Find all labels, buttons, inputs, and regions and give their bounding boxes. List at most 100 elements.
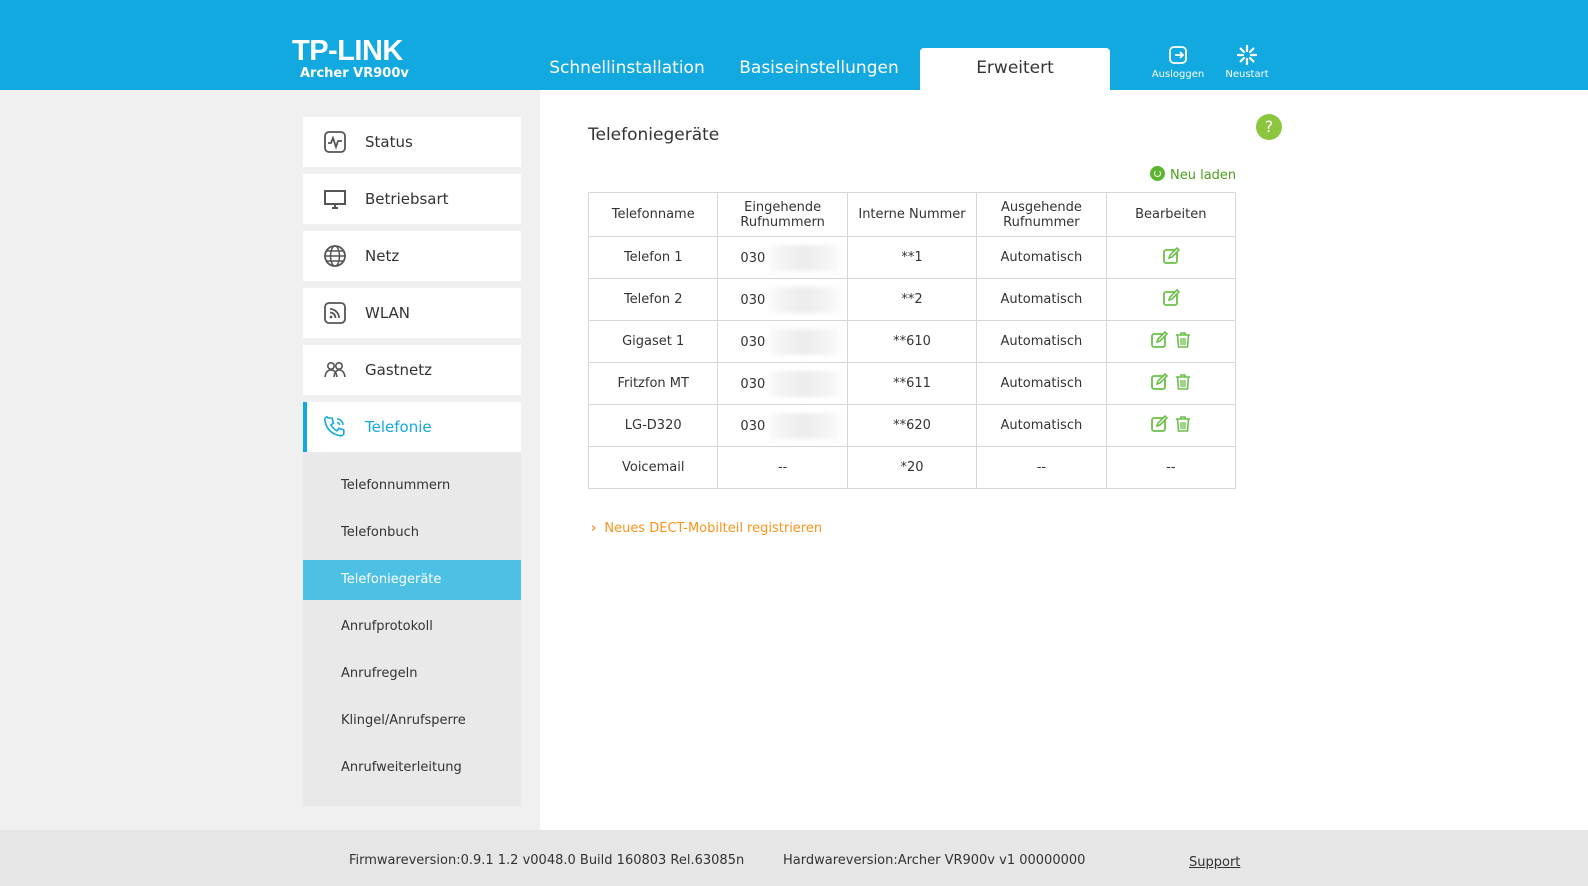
cell-outgoing: Automatisch	[976, 404, 1107, 447]
submenu-item-anrufprotokoll[interactable]: Anrufprotokoll	[303, 607, 521, 647]
cell-actions	[1105, 236, 1237, 279]
logout-label: Ausloggen	[1151, 69, 1205, 80]
cell-internal: **610	[846, 320, 978, 363]
submenu-item-anrufregeln[interactable]: Anrufregeln	[303, 654, 521, 694]
reload-label: Neu laden	[1170, 168, 1237, 183]
firmware-version: Firmwareversion:0.9.1 1.2 v0048.0 Build …	[349, 853, 745, 868]
header-bearbeiten: Bearbeiten	[1105, 192, 1237, 237]
support-link[interactable]: Support	[1189, 855, 1240, 870]
edit-icon[interactable]	[1150, 330, 1168, 349]
cell-outgoing: Automatisch	[976, 320, 1107, 363]
submenu-item-klingel-anrufsperre[interactable]: Klingel/Anrufsperre	[303, 701, 521, 741]
cell-name: Gigaset 1	[587, 320, 719, 363]
cell-outgoing: Automatisch	[976, 278, 1107, 321]
cell-name: LG-D320	[587, 404, 719, 447]
globe-icon	[324, 245, 346, 267]
cell-name: Voicemail	[587, 446, 719, 489]
cell-actions	[1105, 278, 1237, 321]
submenu-label: Anrufprotokoll	[341, 619, 433, 634]
submenu-item-telefonnummern[interactable]: Telefonnummern	[303, 466, 521, 506]
header-telefonname: Telefonname	[587, 192, 719, 237]
sidebar-item-label: Netz	[365, 247, 400, 265]
reload-button[interactable]: Neu laden	[1150, 166, 1236, 183]
sidebar-item-status[interactable]: Status	[303, 117, 521, 167]
submenu-label: Telefonnummern	[341, 478, 451, 493]
tab-quick-setup[interactable]: Schnellinstallation	[540, 48, 714, 90]
header-ausgehende: Ausgehende Rufnummer	[976, 192, 1107, 237]
cell-incoming: 030	[717, 278, 848, 321]
sidebar-item-netz[interactable]: Netz	[303, 231, 521, 281]
page-title: Telefoniegeräte	[588, 125, 720, 145]
cell-name: Telefon 1	[587, 236, 719, 279]
sidebar-item-telefonie[interactable]: Telefonie	[303, 402, 521, 452]
cell-internal: *20	[846, 446, 978, 489]
submenu-item-telefonbuch[interactable]: Telefonbuch	[303, 513, 521, 553]
trash-icon[interactable]	[1174, 373, 1192, 391]
chevron-right-icon: ›	[591, 521, 597, 536]
cell-incoming: 030	[717, 362, 848, 405]
header-eingehende: Eingehende Rufnummern	[717, 192, 848, 237]
logout-button[interactable]: Ausloggen	[1147, 44, 1209, 80]
cell-name: Telefon 2	[587, 278, 719, 321]
redacted-number	[769, 413, 840, 439]
cell-actions	[1105, 404, 1237, 447]
cell-incoming: --	[717, 446, 848, 489]
devices-table: Telefonname Eingehende Rufnummern Interne…	[587, 192, 1237, 489]
submenu-label: Klingel/Anrufsperre	[341, 713, 466, 728]
status-icon	[324, 131, 346, 153]
table-row: Telefon 1 030 **1 Automatisch	[587, 236, 1237, 279]
table-row: Gigaset 1 030 **610 Automatisch	[587, 320, 1237, 363]
submenu-item-anrufweiterleitung[interactable]: Anrufweiterleitung	[303, 748, 521, 788]
table-row: Voicemail -- *20 -- --	[587, 446, 1237, 489]
cell-outgoing: Automatisch	[976, 236, 1107, 279]
edit-icon[interactable]	[1162, 246, 1180, 265]
redacted-number	[769, 245, 840, 271]
sidebar-item-label: Betriebsart	[365, 190, 449, 208]
edit-icon[interactable]	[1150, 372, 1168, 391]
help-button[interactable]: ?	[1256, 114, 1282, 140]
cell-internal: **1	[846, 236, 978, 279]
edit-icon[interactable]	[1150, 414, 1168, 433]
trash-icon[interactable]	[1174, 415, 1192, 433]
cell-actions	[1105, 362, 1237, 405]
submenu-label: Telefonbuch	[341, 525, 419, 540]
table-row: Telefon 2 030 **2 Automatisch	[587, 278, 1237, 321]
redacted-number	[769, 287, 840, 313]
tplink-logo: TP-LINK	[292, 35, 403, 67]
cell-actions	[1105, 320, 1237, 363]
reboot-icon	[1236, 44, 1258, 66]
reboot-label: Neustart	[1225, 69, 1269, 80]
model-name: Archer VR900v	[300, 66, 409, 81]
submenu-label: Anrufweiterleitung	[341, 760, 462, 775]
tab-basic-settings[interactable]: Basiseinstellungen	[732, 48, 906, 90]
table-row: Fritzfon MT 030 **611 Automatisch	[587, 362, 1237, 405]
hardware-version: Hardwareversion:Archer VR900v v1 0000000…	[783, 853, 1086, 868]
table-header-row: Telefonname Eingehende Rufnummern Interne…	[587, 192, 1237, 237]
register-dect-label: Neues DECT-Mobilteil registrieren	[604, 521, 823, 536]
cell-outgoing: --	[976, 446, 1107, 489]
sidebar-item-betriebsart[interactable]: Betriebsart	[303, 174, 521, 224]
table-row: LG-D320 030 **620 Automatisch	[587, 404, 1237, 447]
sidebar-item-gastnetz[interactable]: Gastnetz	[303, 345, 521, 395]
telefonie-submenu: Telefonnummern Telefonbuch Telefoniegerä…	[303, 452, 521, 806]
monitor-icon	[324, 190, 346, 209]
edit-icon[interactable]	[1162, 288, 1180, 307]
cell-name: Fritzfon MT	[587, 362, 719, 405]
trash-icon[interactable]	[1174, 331, 1192, 349]
sidebar-item-label: WLAN	[365, 304, 411, 322]
cell-incoming: 030	[717, 236, 848, 279]
cell-internal: **620	[846, 404, 978, 447]
cell-internal: **611	[846, 362, 978, 405]
redacted-number	[769, 329, 840, 355]
reboot-button[interactable]: Neustart	[1216, 44, 1278, 80]
footer: Firmwareversion:0.9.1 1.2 v0048.0 Build …	[0, 830, 1588, 886]
guests-icon	[324, 362, 346, 378]
refresh-icon	[1150, 166, 1165, 181]
cell-incoming: 030	[717, 404, 848, 447]
sidebar-item-wlan[interactable]: WLAN	[303, 288, 521, 338]
sidebar-item-label: Gastnetz	[365, 361, 433, 379]
tab-advanced[interactable]: Erweitert	[920, 48, 1110, 90]
submenu-item-telefoniegeraete[interactable]: Telefoniegeräte	[303, 560, 521, 600]
register-dect-link[interactable]: › Neues DECT-Mobilteil registrieren	[591, 521, 822, 536]
sidebar-item-label: Telefonie	[365, 418, 432, 436]
